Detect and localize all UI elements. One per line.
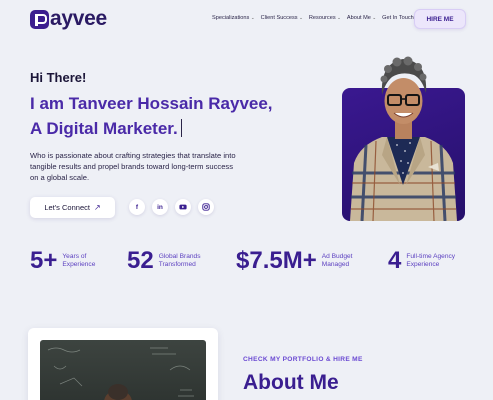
social-links: f in bbox=[129, 199, 214, 215]
stat-label-line: Years of bbox=[62, 253, 87, 260]
stat-label-line: Ad Budget bbox=[321, 253, 353, 260]
nav-item-specializations[interactable]: Specializations ⌄ bbox=[212, 15, 255, 21]
chevron-down-icon: ⌄ bbox=[372, 15, 377, 20]
linkedin-icon[interactable]: in bbox=[152, 199, 168, 215]
nav-label: Specializations bbox=[212, 15, 250, 21]
stat-label-line: Experience bbox=[406, 261, 440, 268]
stat-value: 4 bbox=[388, 247, 402, 274]
stat-label: Ad Budget Managed bbox=[322, 253, 353, 269]
stat-value: $7.5M+ bbox=[236, 247, 317, 274]
stat-item: 4 Full-time Agency Experience bbox=[388, 247, 455, 275]
stat-label-line: Global Brands bbox=[158, 253, 201, 260]
stat-item: 5+ Years of Experience bbox=[30, 247, 95, 275]
headline-line-2: A Digital Marketer. bbox=[30, 116, 330, 141]
site-header: ayvee Specializations ⌄ Client Success ⌄… bbox=[0, 0, 493, 40]
about-kicker: CHECK MY PORTFOLIO & HIRE ME bbox=[243, 356, 363, 363]
nav-label: Client Success bbox=[260, 15, 298, 21]
chevron-down-icon: ⌄ bbox=[250, 15, 255, 20]
stat-value: 5+ bbox=[30, 247, 58, 274]
typing-cursor bbox=[180, 119, 183, 137]
stat-label-line: Transformed bbox=[158, 261, 196, 268]
chevron-down-icon: ⌄ bbox=[337, 15, 341, 20]
logo[interactable]: ayvee bbox=[30, 7, 107, 30]
stat-item: $7.5M+ Ad Budget Managed bbox=[236, 247, 353, 275]
chalkboard-photo bbox=[47, 347, 194, 400]
stat-label: Global Brands Transformed bbox=[159, 253, 201, 269]
connect-label: Let's Connect bbox=[44, 203, 90, 212]
instagram-icon[interactable] bbox=[198, 199, 214, 215]
nav-item-about-me[interactable]: About Me ⌄ bbox=[347, 15, 376, 21]
main-nav: Specializations ⌄ Client Success ⌄ Resou… bbox=[212, 15, 419, 21]
stat-label-line: Managed bbox=[321, 261, 350, 268]
about-photo bbox=[40, 340, 206, 400]
hero-greeting: Hi There! bbox=[30, 70, 87, 85]
stat-label: Full-time Agency Experience bbox=[406, 253, 455, 269]
about-title: About Me bbox=[243, 371, 339, 394]
hire-me-button[interactable]: HIRE ME bbox=[414, 9, 466, 29]
portrait-photo bbox=[350, 56, 457, 221]
lets-connect-button[interactable]: Let's Connect ↗ bbox=[30, 197, 115, 218]
stat-label-line: Experience bbox=[62, 261, 96, 268]
nav-item-resources[interactable]: Resources ⌄ bbox=[309, 15, 341, 21]
hero-intro: Who is passionate about crafting strateg… bbox=[30, 151, 236, 182]
hero-headline: I am Tanveer Hossain Rayvee, A Digital M… bbox=[30, 91, 330, 141]
headline-line-1: I am Tanveer Hossain Rayvee, bbox=[30, 94, 273, 113]
stats-row: 5+ Years of Experience 52 Global Brands … bbox=[30, 247, 470, 277]
facebook-icon[interactable]: f bbox=[129, 199, 145, 215]
nav-label: Get In Touch bbox=[382, 15, 414, 21]
stat-label-line: Full-time Agency bbox=[406, 253, 456, 260]
headline-line-2-text: A Digital Marketer. bbox=[30, 119, 178, 138]
nav-label: Resources bbox=[308, 15, 336, 21]
logo-mark-icon bbox=[30, 9, 49, 29]
stat-item: 52 Global Brands Transformed bbox=[127, 247, 201, 275]
logo-text: ayvee bbox=[50, 7, 107, 30]
nav-item-client-success[interactable]: Client Success ⌄ bbox=[261, 15, 303, 21]
youtube-icon[interactable] bbox=[175, 199, 191, 215]
stat-label: Years of Experience bbox=[62, 253, 95, 269]
arrow-up-right-icon: ↗ bbox=[93, 203, 101, 212]
stat-value: 52 bbox=[127, 247, 154, 274]
nav-label: About Me bbox=[346, 15, 371, 21]
chevron-down-icon: ⌄ bbox=[299, 15, 303, 20]
